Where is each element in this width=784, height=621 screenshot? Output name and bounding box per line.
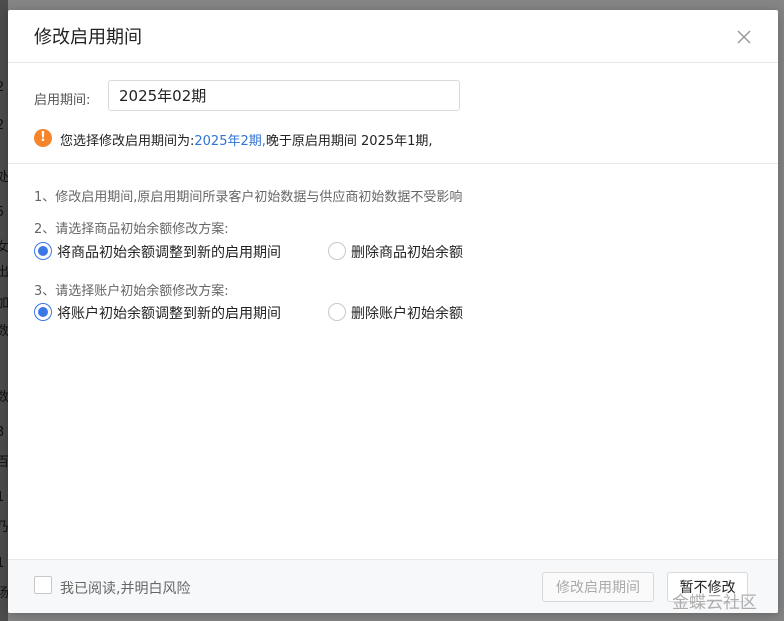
radio-label: 删除商品初始余额 <box>351 245 463 261</box>
warning-message: ! 您选择修改启用期间为:2025年2期,晚于原启用期间 2025年1期, <box>34 128 754 149</box>
radio-label: 将商品初始余额调整到新的启用期间 <box>57 245 281 261</box>
goods-section-label: 2、请选择商品初始余额修改方案: <box>34 222 229 237</box>
radio-unchecked-icon <box>328 242 346 260</box>
dialog-title: 修改启用期间 <box>34 27 142 48</box>
radio-label: 将账户初始余额调整到新的启用期间 <box>57 306 281 322</box>
dialog-header: 修改启用期间 <box>8 10 778 63</box>
divider <box>8 163 778 164</box>
dialog-footer: 我已阅读,并明白风险 修改启用期间 暂不修改 <box>8 559 778 613</box>
note-text: 1、修改启用期间,原启用期间所录客户初始数据与供应商初始数据不受影响 <box>34 190 463 205</box>
cancel-button[interactable]: 暂不修改 <box>667 572 748 602</box>
goods-radio-group: 将商品初始余额调整到新的启用期间 删除商品初始余额 <box>34 241 734 261</box>
radio-label: 删除账户初始余额 <box>351 306 463 322</box>
period-input[interactable] <box>108 80 460 111</box>
acknowledge-label: 我已阅读,并明白风险 <box>60 581 191 597</box>
exclamation-icon: ! <box>34 129 52 147</box>
warning-new-period: 2025年2期, <box>194 134 266 149</box>
acknowledge-checkbox[interactable] <box>34 576 52 594</box>
warning-prefix: 您选择修改启用期间为: <box>60 134 195 149</box>
radio-checked-icon <box>34 303 52 321</box>
modify-period-dialog: 修改启用期间 启用期间: ! 您选择修改启用期间为:2025年2期,晚于原启用期… <box>8 10 778 613</box>
modify-period-button[interactable]: 修改启用期间 <box>542 572 654 602</box>
radio-checked-icon <box>34 242 52 260</box>
period-field-label: 启用期间: <box>34 93 91 108</box>
period-field-row: 启用期间: <box>34 80 754 112</box>
close-icon[interactable] <box>734 27 754 47</box>
warning-suffix: 晚于原启用期间 2025年1期, <box>265 134 433 149</box>
radio-unchecked-icon <box>328 303 346 321</box>
account-section-label: 3、请选择账户初始余额修改方案: <box>34 284 229 299</box>
account-radio-group: 将账户初始余额调整到新的启用期间 删除账户初始余额 <box>34 302 734 322</box>
